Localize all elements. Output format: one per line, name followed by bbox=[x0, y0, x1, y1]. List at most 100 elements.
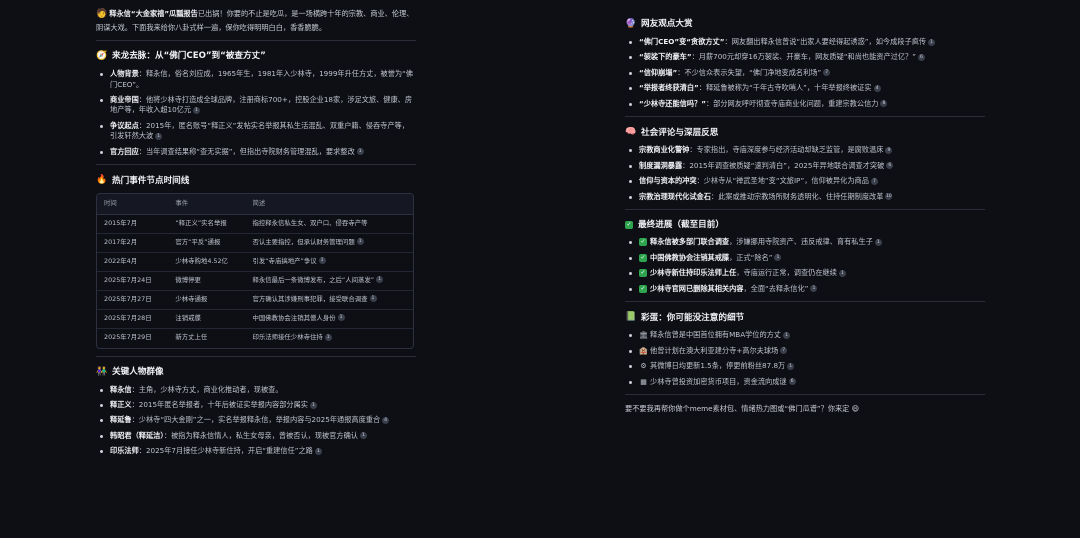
opinion-item: “举报者终获清白”：释延鲁被称为“千年古寺吹哨人”，十年举报终被证实 4 bbox=[625, 83, 985, 93]
outro-text: 要不要我再帮你做个meme素材包、情绪热力图或“佛门瓜谱”？你来定 😄 bbox=[625, 404, 860, 414]
timeline-title: 🔥 热门事件节点时间线 bbox=[96, 175, 190, 186]
citation-badge: 1 bbox=[314, 447, 322, 455]
citation-badge: 6 bbox=[788, 378, 796, 386]
book-icon: 📗 bbox=[625, 312, 637, 323]
person-label: 韩昭君（释延洁） bbox=[110, 430, 164, 440]
table-cell: 引发“寺庙搞地产”争议 1 bbox=[245, 253, 413, 272]
timeline-header-cell: 事件 bbox=[168, 194, 246, 215]
reflection-text: ：此案或推动宗教场所财务透明化、住持任期制度改革 bbox=[710, 191, 884, 201]
opinion-item: “佛门CEO”变“贪欲方丈”：网友翻出释永信曾说“出家人要经得起诱惑”，如今成段… bbox=[625, 37, 985, 47]
reflection-text: ：2015年调查被质疑“速判清白”，2025年异地联合调查才突破 bbox=[682, 160, 885, 170]
citation-badge: 1 bbox=[356, 238, 364, 246]
divider bbox=[96, 40, 416, 42]
reflection-item: 制度漏洞暴露：2015年调查被质疑“速判清白”，2025年异地联合调查才突破 6 bbox=[625, 161, 985, 171]
opinion-text: ：部分网友呼吁彻查寺庙商业化问题，重建宗教公信力 bbox=[705, 98, 879, 108]
table-cell: 官方确认其涉嫌刑事犯罪，接受联合调查 1 bbox=[245, 291, 413, 310]
origin-label: 人物背景 bbox=[110, 69, 139, 79]
origin-text: ：当年调查结果称“查无实据”，但指出寺院财务管理混乱，要求整改 bbox=[138, 146, 355, 156]
reflection-item: 信仰与资本的冲突：少林寺从“禅武圣地”变“文旅IP”，信仰被异化为商品 7 bbox=[625, 176, 985, 186]
opinions-title: 🔮 网友观点大赏 bbox=[625, 19, 693, 30]
opinions-section: 🔮 网友观点大赏 “佛门CEO”变“贪欲方丈”：网友翻出释永信曾说“出家人要经得… bbox=[625, 0, 985, 109]
easter-text: 释永信曾是中国首位拥有MBA学位的方丈 bbox=[650, 330, 782, 340]
progress-text: ，寺庙运行正常，调查仍在继续 bbox=[736, 268, 837, 278]
table-cell: 否认主要指控，但承认财务管理问题 1 bbox=[245, 234, 413, 253]
table-cell: 指控释永信私生女、双户口、侵吞寺产等 bbox=[245, 215, 413, 234]
citation-badge: 1 bbox=[838, 269, 846, 277]
citation-badge: 1 bbox=[359, 432, 367, 440]
origin-label: 官方回应 bbox=[110, 146, 139, 156]
citation-badge: 9 bbox=[885, 146, 893, 154]
timeline-section: 🔥 热门事件节点时间线 时间 事件 简述 2015年7月 “释正义”实名举报 指控释永信… bbox=[96, 174, 416, 349]
origin-label: 商业帝国 bbox=[110, 95, 139, 105]
table-row: 2025年7月27日 少林寺通报 官方确认其涉嫌刑事犯罪，接受联合调查 1 bbox=[97, 291, 413, 310]
table-cell: 2017年2月 bbox=[97, 234, 169, 253]
right-column: 🔮 网友观点大赏 “佛门CEO”变“贪欲方丈”：网友翻出释永信曾说“出家人要经得… bbox=[625, 0, 985, 414]
origin-item: 官方回应：当年调查结果称“查无实据”，但指出寺院财务管理混乱，要求整改 1 bbox=[96, 147, 416, 157]
opinion-label: “袈裟下的豪车” bbox=[639, 52, 692, 62]
easter-list: 🏛 释永信曾是中国首位拥有MBA学位的方丈 1 🏨 他曾计划在澳大利亚建分寺+高尔夫球场… bbox=[625, 330, 985, 387]
opinion-label: “信仰崩塌” bbox=[639, 67, 678, 77]
citation-badge: 1 bbox=[874, 238, 882, 246]
detail-icon: ⚙ bbox=[640, 362, 647, 371]
table-row: 2025年7月28日 注销戒牒 中国佛教协会注销其僧人身份 1 bbox=[97, 310, 413, 329]
person-item: 释延鲁：少林寺“四大金刚”之一，实名举报释永信，举报内容与2025年通报高度重合… bbox=[96, 415, 416, 425]
opinion-item: “少林寺还能信吗？”：部分网友呼吁彻查寺庙商业化问题，重建宗教公信力 8 bbox=[625, 99, 985, 109]
person-item: 韩昭君（释延洁）：被指为释永信情人，私生女母亲，曾被否认，现被官方确认 1 bbox=[96, 431, 416, 441]
table-cell: 释永信最后一条微博发布，之后“人间蒸发” 1 bbox=[245, 272, 413, 291]
citation-badge: 7 bbox=[780, 347, 788, 355]
intro-prefix: 释永信“大金家禧”瓜瓢报告 bbox=[109, 9, 198, 18]
origin-text: ：释永信，俗名刘应成，1965年生，1981年入少林寺，1999年升任方丈，被誉… bbox=[110, 69, 413, 89]
table-cell: 2015年7月 bbox=[97, 215, 169, 234]
reflection-label: 制度漏洞暴露 bbox=[639, 160, 683, 170]
person-label: 释永信 bbox=[110, 384, 132, 394]
opinion-text: ：月薪700元却穿16万袈裟、开豪车，网友质疑“和尚也能资产过亿？” bbox=[691, 52, 916, 62]
easter-text: 少林寺曾投资加密货币项目，资金流向成谜 bbox=[650, 376, 787, 386]
table-row: 2022年4月 少林寺购地4.52亿 引发“寺庙搞地产”争议 1 bbox=[97, 253, 413, 272]
table-row: 2025年7月29日 新方丈上任 印乐法师接任少林寺住持 1 bbox=[97, 329, 413, 348]
citation-badge: 1 bbox=[337, 314, 345, 322]
citation-badge: 1 bbox=[318, 257, 326, 265]
citation-badge: 1 bbox=[369, 295, 377, 303]
easter-item: 🏨 他曾计划在澳大利亚建分寺+高尔夫球场 7 bbox=[625, 346, 985, 356]
table-cell: 2025年7月27日 bbox=[97, 291, 169, 310]
detail-icon: 🏨 bbox=[639, 346, 648, 355]
easter-item: ▦ 少林寺曾投资加密货币项目，资金流向成谜 6 bbox=[625, 377, 985, 387]
easter-title: 📗 彩蛋：你可能没注意的细节 bbox=[625, 312, 745, 323]
opinion-text: ：释延鲁被称为“千年古寺吹哨人”，十年举报终被证实 bbox=[698, 83, 872, 93]
reflection-label: 信仰与资本的冲突 bbox=[639, 176, 697, 186]
table-cell: “释正义”实名举报 bbox=[168, 215, 246, 234]
timeline-table: 时间 事件 简述 2015年7月 “释正义”实名举报 指控释永信私生女、双户口、侵吞寺产… bbox=[96, 193, 414, 349]
origin-title: 🧭 来龙去脉：从“佛门CEO”到“被查方丈” bbox=[96, 51, 266, 62]
progress-item: ✓ 少林寺官网已删除其相关内容，全面“去释永信化” 1 bbox=[625, 284, 985, 294]
table-cell: 少林寺通报 bbox=[168, 291, 246, 310]
detective-icon: 🧑 bbox=[96, 9, 108, 19]
table-cell: 新方丈上任 bbox=[175, 333, 208, 342]
table-cell: 少林寺购地4.52亿 bbox=[168, 253, 246, 272]
check-icon: ✓ bbox=[639, 269, 647, 278]
table-row: 2015年7月 “释正义”实名举报 指控释永信私生女、双户口、侵吞寺产等 bbox=[97, 215, 413, 234]
person-label: 印乐法师 bbox=[110, 446, 139, 456]
citation-badge: 4 bbox=[382, 416, 390, 424]
person-text: ：被指为释永信情人，私生女母亲，曾被否认，现被官方确认 bbox=[163, 430, 358, 440]
origin-section: 🧭 来龙去脉：从“佛门CEO”到“被查方丈” 人物背景：释永信，俗名刘应成，19… bbox=[96, 50, 416, 157]
progress-text: ，涉嫌挪用寺院资产、违反戒律、育有私生子 bbox=[729, 237, 873, 247]
opinion-label: “佛门CEO”变“贪欲方丈” bbox=[639, 37, 725, 47]
table-cell: 官方“平反”通报 bbox=[168, 234, 246, 253]
table-cell: 微博停更 bbox=[168, 272, 246, 291]
reflection-title: 🧠 社会评论与深层反思 bbox=[625, 127, 719, 138]
divider bbox=[625, 209, 985, 211]
citation-badge: 10 bbox=[885, 193, 893, 201]
people-title: 👫 关键人物群像 bbox=[96, 366, 164, 377]
reflection-list: 宗教商业化警钟：专家指出，寺庙深度参与经济活动却缺乏监管，是腐败温床 9 制度漏洞暴… bbox=[625, 145, 985, 202]
progress-list: ✓ 释永信被多部门联合调查，涉嫌挪用寺院资产、违反戒律、育有私生子 1 ✓ 中国佛教协会… bbox=[625, 237, 985, 294]
left-column: 🧑 释永信“大金家禧”瓜瓢报告已出锅！你要的不止是吃瓜，是一场横跨十年的宗教、商… bbox=[96, 0, 416, 462]
table-cell: 2025年7月28日 bbox=[97, 310, 169, 329]
progress-text: ，全面“去释永信化” bbox=[743, 283, 809, 293]
progress-section: ✓ 最终进展（截至目前） ✓ 释永信被多部门联合调查，涉嫌挪用寺院资产、违反戒律、… bbox=[625, 219, 985, 294]
reflection-item: 宗教商业化警钟：专家指出，寺庙深度参与经济活动却缺乏监管，是腐败温床 9 bbox=[625, 145, 985, 155]
table-cell: 中国佛教协会注销其僧人身份 1 bbox=[245, 310, 413, 329]
citation-badge: 4 bbox=[873, 84, 881, 92]
opinion-item: “袈裟下的豪车”：月薪700元却穿16万袈裟、开豪车，网友质疑“和尚也能资产过亿… bbox=[625, 52, 985, 62]
opinion-text: ：不少信众表示失望，“佛门净地变成名利场” bbox=[677, 67, 822, 77]
opinion-item: “信仰崩塌”：不少信众表示失望，“佛门净地变成名利场” 7 bbox=[625, 68, 985, 78]
